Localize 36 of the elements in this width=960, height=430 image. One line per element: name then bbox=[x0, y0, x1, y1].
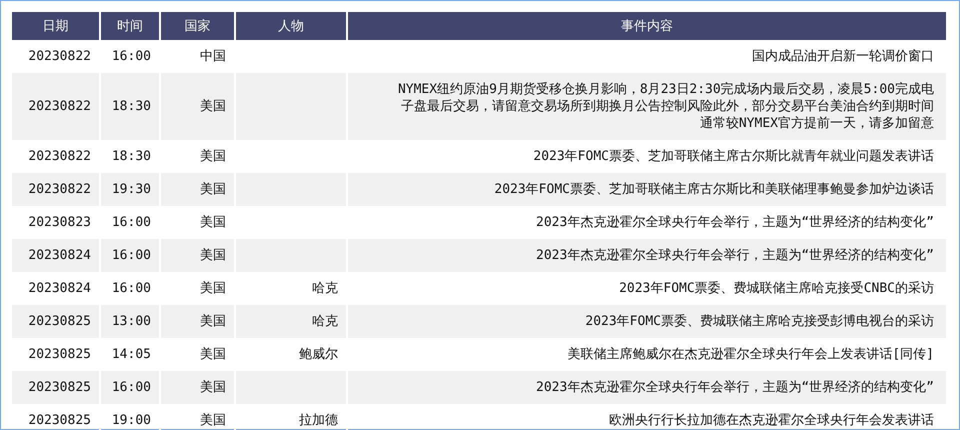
country-cell: 美国 bbox=[161, 173, 236, 206]
column-header: 人物 bbox=[236, 12, 348, 40]
event-cell-text: 2023年FOMC票委、芝加哥联储主席古尔斯比就青年就业问题发表讲话 bbox=[532, 148, 935, 166]
column-header: 时间 bbox=[101, 12, 161, 40]
column-header: 国家 bbox=[161, 12, 236, 40]
event-cell-text: 2023年杰克逊霍尔全球央行年会举行，主题为“世界经济的结构变化” bbox=[535, 214, 935, 232]
time-cell: 19:30 bbox=[101, 173, 161, 206]
event-cell: 2023年杰克逊霍尔全球央行年会举行，主题为“世界经济的结构变化” bbox=[348, 239, 946, 272]
date-cell: 20230822 bbox=[12, 173, 101, 206]
date-cell: 20230822 bbox=[12, 73, 101, 140]
event-cell: 2023年杰克逊霍尔全球央行年会举行，主题为“世界经济的结构变化” bbox=[348, 371, 946, 404]
time-cell: 19:00 bbox=[101, 404, 161, 430]
date-cell: 20230825 bbox=[12, 305, 101, 338]
date-cell: 20230825 bbox=[12, 404, 101, 430]
time-cell: 13:00 bbox=[101, 305, 161, 338]
event-cell-text: 美联储主席鲍威尔在杰克逊霍尔全球央行年会上发表讲话[同传] bbox=[566, 346, 935, 364]
event-cell-text: 国内成品油开启新一轮调价窗口 bbox=[751, 48, 935, 66]
country-cell: 美国 bbox=[161, 239, 236, 272]
date-cell: 20230824 bbox=[12, 239, 101, 272]
time-cell: 18:30 bbox=[101, 73, 161, 140]
column-header: 事件内容 bbox=[348, 12, 946, 40]
event-cell-text: 2023年FOMC票委、费城联储主席哈克接受CNBC的采访 bbox=[618, 280, 935, 298]
event-cell-text: 欧洲央行行长拉加德在杰克逊霍尔全球央行年会发表讲话 bbox=[608, 412, 935, 430]
person-cell: 拉加德 bbox=[236, 404, 348, 430]
country-cell: 美国 bbox=[161, 305, 236, 338]
event-cell: 2023年FOMC票委、费城联储主席哈克接受彭博电视台的采访 bbox=[348, 305, 946, 338]
country-cell: 美国 bbox=[161, 404, 236, 430]
time-cell: 16:00 bbox=[101, 371, 161, 404]
column-header: 日期 bbox=[12, 12, 101, 40]
time-cell: 16:00 bbox=[101, 239, 161, 272]
person-cell: 哈克 bbox=[236, 305, 348, 338]
country-cell: 美国 bbox=[161, 73, 236, 140]
event-cell: NYMEX纽约原油9月期货受移仓换月影响，8月23日2:30完成场内最后交易，凌晨5:00完成电子盘最后交易，请留意交易场所到期换月公告控制风险此外，部分交易平台美油合约到期时间通常较NYMEX官方提前一天，请多加留意 bbox=[348, 73, 946, 140]
country-cell: 美国 bbox=[161, 371, 236, 404]
event-cell: 2023年FOMC票委、芝加哥联储主席古尔斯比和美联储理事鲍曼参加炉边谈话 bbox=[348, 173, 946, 206]
date-cell: 20230825 bbox=[12, 371, 101, 404]
